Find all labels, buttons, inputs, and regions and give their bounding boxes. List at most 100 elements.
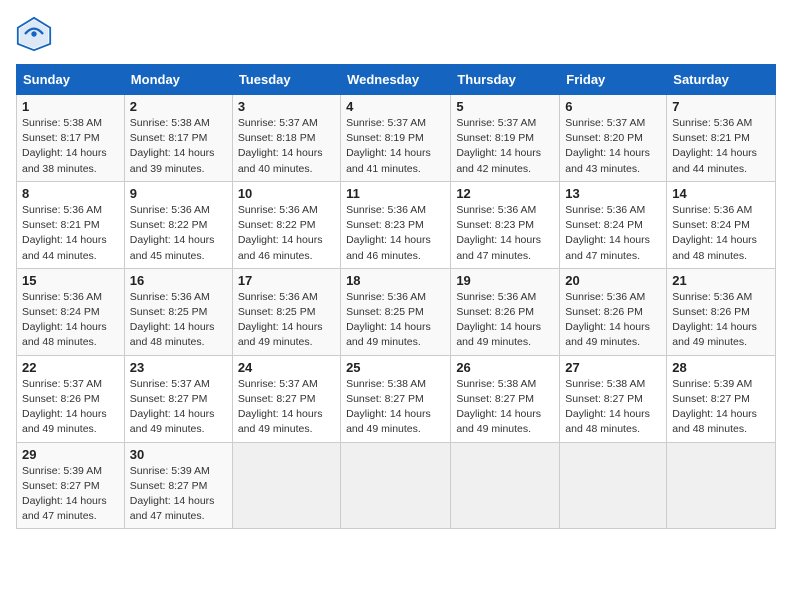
day-number: 20 [565,273,661,288]
calendar-cell: 5 Sunrise: 5:37 AM Sunset: 8:19 PM Daylig… [451,95,560,182]
day-info: Sunrise: 5:36 AM Sunset: 8:26 PM Dayligh… [565,290,661,351]
calendar-cell: 21 Sunrise: 5:36 AM Sunset: 8:26 PM Dayli… [667,268,776,355]
day-info: Sunrise: 5:36 AM Sunset: 8:25 PM Dayligh… [130,290,227,351]
calendar-cell: 25 Sunrise: 5:38 AM Sunset: 8:27 PM Dayli… [341,355,451,442]
day-info: Sunrise: 5:37 AM Sunset: 8:27 PM Dayligh… [130,377,227,438]
day-number: 4 [346,99,445,114]
day-number: 21 [672,273,770,288]
day-info: Sunrise: 5:37 AM Sunset: 8:19 PM Dayligh… [456,116,554,177]
day-info: Sunrise: 5:36 AM Sunset: 8:26 PM Dayligh… [672,290,770,351]
day-info: Sunrise: 5:37 AM Sunset: 8:20 PM Dayligh… [565,116,661,177]
day-number: 28 [672,360,770,375]
day-info: Sunrise: 5:38 AM Sunset: 8:17 PM Dayligh… [22,116,119,177]
day-number: 7 [672,99,770,114]
logo [16,16,58,52]
calendar-cell: 23 Sunrise: 5:37 AM Sunset: 8:27 PM Dayli… [124,355,232,442]
calendar-cell: 3 Sunrise: 5:37 AM Sunset: 8:18 PM Daylig… [232,95,340,182]
day-number: 30 [130,447,227,462]
day-number: 27 [565,360,661,375]
calendar-row: 1 Sunrise: 5:38 AM Sunset: 8:17 PM Daylig… [17,95,776,182]
header-cell-thursday: Thursday [451,65,560,95]
calendar-row: 29 Sunrise: 5:39 AM Sunset: 8:27 PM Dayli… [17,442,776,529]
day-info: Sunrise: 5:36 AM Sunset: 8:23 PM Dayligh… [456,203,554,264]
day-number: 12 [456,186,554,201]
calendar-cell [667,442,776,529]
day-number: 1 [22,99,119,114]
calendar-cell: 29 Sunrise: 5:39 AM Sunset: 8:27 PM Dayli… [17,442,125,529]
day-number: 23 [130,360,227,375]
header-row: SundayMondayTuesdayWednesdayThursdayFrid… [17,65,776,95]
day-info: Sunrise: 5:36 AM Sunset: 8:22 PM Dayligh… [130,203,227,264]
calendar-table: SundayMondayTuesdayWednesdayThursdayFrid… [16,64,776,529]
calendar-cell: 27 Sunrise: 5:38 AM Sunset: 8:27 PM Dayli… [560,355,667,442]
day-number: 18 [346,273,445,288]
day-info: Sunrise: 5:36 AM Sunset: 8:24 PM Dayligh… [22,290,119,351]
calendar-cell: 14 Sunrise: 5:36 AM Sunset: 8:24 PM Dayli… [667,181,776,268]
day-info: Sunrise: 5:36 AM Sunset: 8:24 PM Dayligh… [672,203,770,264]
day-info: Sunrise: 5:38 AM Sunset: 8:27 PM Dayligh… [346,377,445,438]
day-info: Sunrise: 5:36 AM Sunset: 8:26 PM Dayligh… [456,290,554,351]
day-number: 9 [130,186,227,201]
calendar-cell: 26Sunrise: 5:38 AM Sunset: 8:27 PM Dayli… [451,355,560,442]
calendar-cell [451,442,560,529]
calendar-cell: 13 Sunrise: 5:36 AM Sunset: 8:24 PM Dayli… [560,181,667,268]
calendar-cell: 9 Sunrise: 5:36 AM Sunset: 8:22 PM Daylig… [124,181,232,268]
calendar-cell: 15 Sunrise: 5:36 AM Sunset: 8:24 PM Dayli… [17,268,125,355]
header-cell-monday: Monday [124,65,232,95]
calendar-cell: 12 Sunrise: 5:36 AM Sunset: 8:23 PM Dayli… [451,181,560,268]
calendar-cell: 16 Sunrise: 5:36 AM Sunset: 8:25 PM Dayli… [124,268,232,355]
calendar-cell: 4 Sunrise: 5:37 AM Sunset: 8:19 PM Daylig… [341,95,451,182]
day-number: 3 [238,99,335,114]
day-number: 19 [456,273,554,288]
day-info: Sunrise: 5:36 AM Sunset: 8:21 PM Dayligh… [22,203,119,264]
day-number: 5 [456,99,554,114]
day-number: 11 [346,186,445,201]
calendar-cell: 24 Sunrise: 5:37 AM Sunset: 8:27 PM Dayli… [232,355,340,442]
calendar-cell: 6Sunrise: 5:37 AM Sunset: 8:20 PM Daylig… [560,95,667,182]
day-info: Sunrise: 5:36 AM Sunset: 8:25 PM Dayligh… [346,290,445,351]
calendar-cell: 8 Sunrise: 5:36 AM Sunset: 8:21 PM Daylig… [17,181,125,268]
calendar-cell: 2 Sunrise: 5:38 AM Sunset: 8:17 PM Daylig… [124,95,232,182]
day-number: 2 [130,99,227,114]
day-info: Sunrise: 5:36 AM Sunset: 8:25 PM Dayligh… [238,290,335,351]
day-number: 25 [346,360,445,375]
calendar-row: 8 Sunrise: 5:36 AM Sunset: 8:21 PM Daylig… [17,181,776,268]
logo-icon [16,16,52,52]
header-cell-sunday: Sunday [17,65,125,95]
calendar-cell: 18 Sunrise: 5:36 AM Sunset: 8:25 PM Dayli… [341,268,451,355]
calendar-cell [560,442,667,529]
day-number: 13 [565,186,661,201]
day-number: 14 [672,186,770,201]
calendar-cell: 10Sunrise: 5:36 AM Sunset: 8:22 PM Dayli… [232,181,340,268]
day-info: Sunrise: 5:36 AM Sunset: 8:21 PM Dayligh… [672,116,770,177]
calendar-cell: 19 Sunrise: 5:36 AM Sunset: 8:26 PM Dayli… [451,268,560,355]
calendar-cell: 22Sunrise: 5:37 AM Sunset: 8:26 PM Dayli… [17,355,125,442]
calendar-cell: 17Sunrise: 5:36 AM Sunset: 8:25 PM Dayli… [232,268,340,355]
day-number: 24 [238,360,335,375]
header-cell-friday: Friday [560,65,667,95]
day-info: Sunrise: 5:37 AM Sunset: 8:26 PM Dayligh… [22,377,119,438]
day-number: 8 [22,186,119,201]
day-info: Sunrise: 5:37 AM Sunset: 8:27 PM Dayligh… [238,377,335,438]
day-info: Sunrise: 5:38 AM Sunset: 8:17 PM Dayligh… [130,116,227,177]
header-cell-tuesday: Tuesday [232,65,340,95]
calendar-cell: 30Sunrise: 5:39 AM Sunset: 8:27 PM Dayli… [124,442,232,529]
calendar-cell: 11Sunrise: 5:36 AM Sunset: 8:23 PM Dayli… [341,181,451,268]
calendar-cell: 20 Sunrise: 5:36 AM Sunset: 8:26 PM Dayli… [560,268,667,355]
page-header [16,16,776,52]
day-info: Sunrise: 5:37 AM Sunset: 8:18 PM Dayligh… [238,116,335,177]
day-info: Sunrise: 5:36 AM Sunset: 8:24 PM Dayligh… [565,203,661,264]
header-cell-wednesday: Wednesday [341,65,451,95]
day-info: Sunrise: 5:37 AM Sunset: 8:19 PM Dayligh… [346,116,445,177]
day-info: Sunrise: 5:39 AM Sunset: 8:27 PM Dayligh… [22,464,119,525]
header-cell-saturday: Saturday [667,65,776,95]
day-number: 16 [130,273,227,288]
calendar-cell: 1 Sunrise: 5:38 AM Sunset: 8:17 PM Daylig… [17,95,125,182]
calendar-cell: 7 Sunrise: 5:36 AM Sunset: 8:21 PM Daylig… [667,95,776,182]
calendar-cell [232,442,340,529]
day-info: Sunrise: 5:38 AM Sunset: 8:27 PM Dayligh… [565,377,661,438]
day-number: 26 [456,360,554,375]
day-number: 15 [22,273,119,288]
day-number: 29 [22,447,119,462]
calendar-cell: 28Sunrise: 5:39 AM Sunset: 8:27 PM Dayli… [667,355,776,442]
